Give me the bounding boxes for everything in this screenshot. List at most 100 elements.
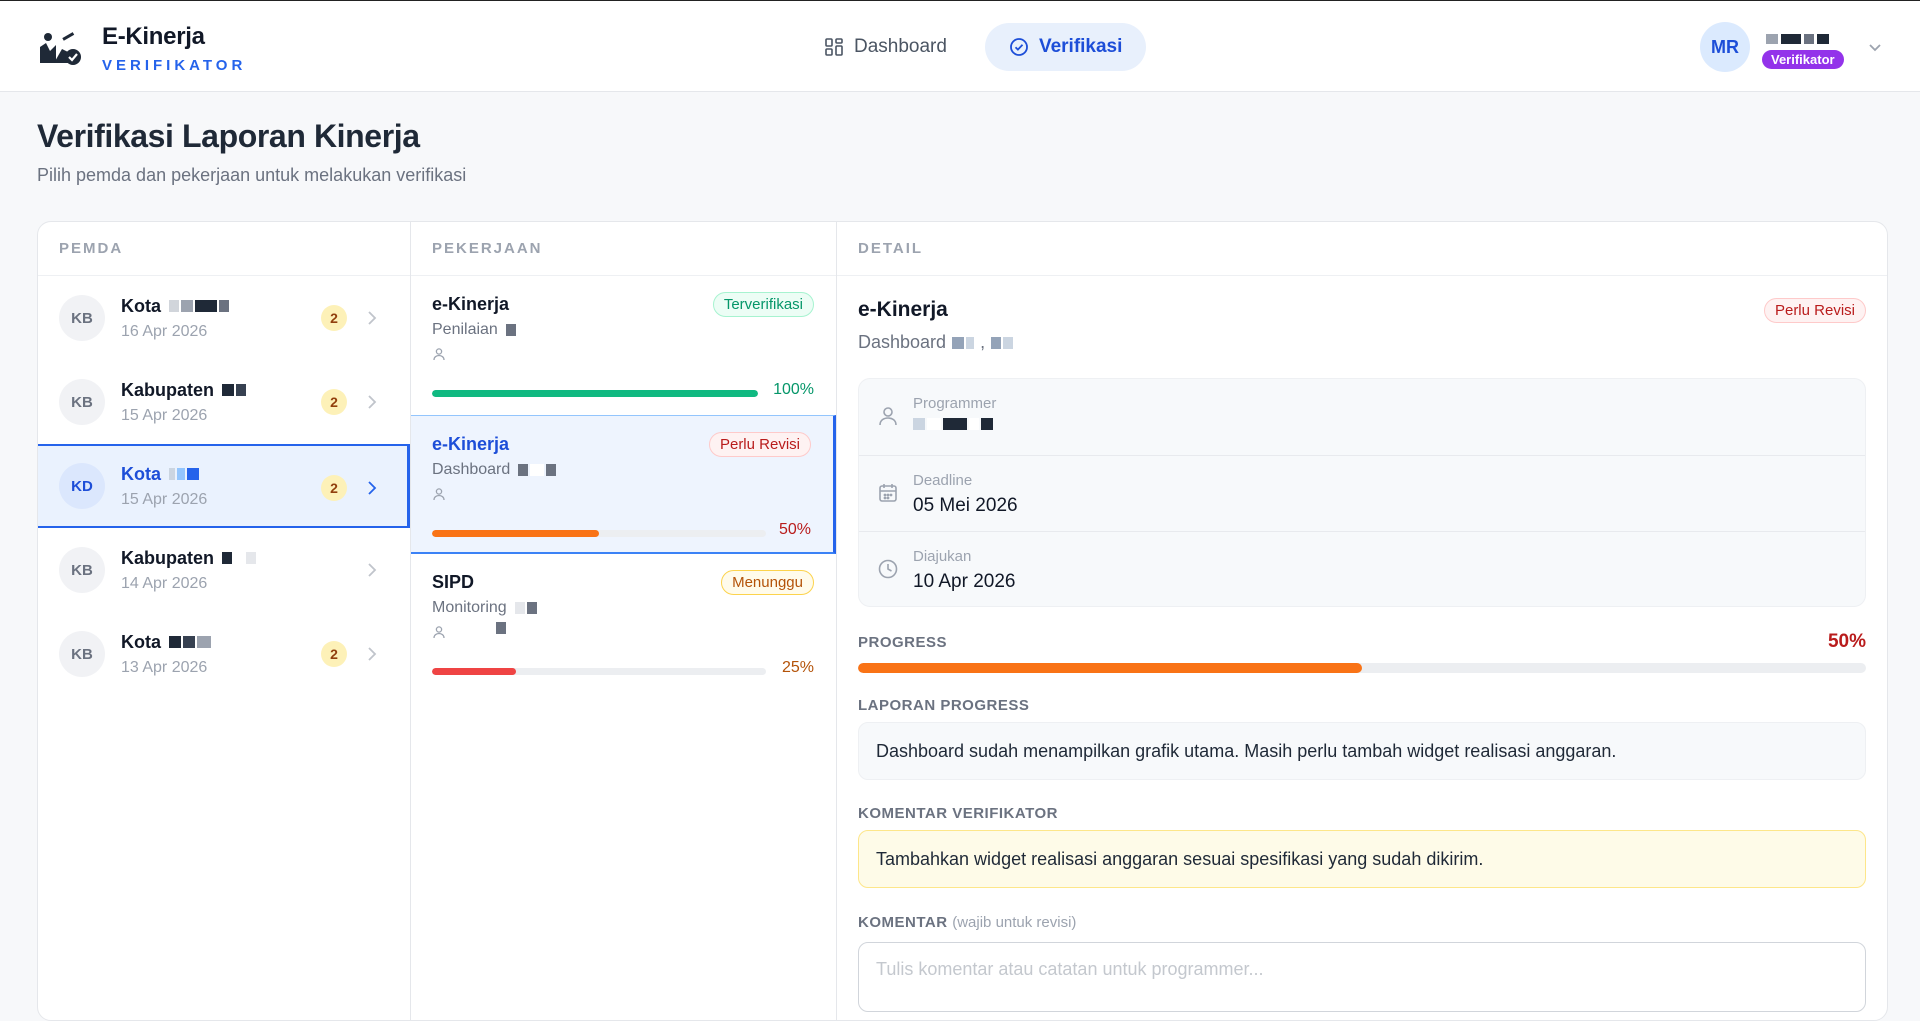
progress-percent: 50% [778,521,811,538]
progress-bar-fill [858,663,1362,673]
clock-icon [878,559,898,579]
progress-bar [432,390,758,397]
brand-title: E-Kinerja [102,23,205,50]
pekerjaan-item[interactable]: e-Kinerja Perlu Revisi Dashboard 50% [411,415,836,554]
avatar: MR [1700,22,1750,72]
detail-column: DETAIL e-Kinerja Perlu Revisi Dashboard … [837,222,1887,1020]
pemda-text: Kota 13 Apr 2026 [121,632,211,677]
pemda-item[interactable]: KD Kota 15 Apr 2026 2 [38,444,410,528]
calendar-icon [879,484,897,502]
pekerjaan-item[interactable]: e-Kinerja Terverifikasi Penilaian 100% [411,276,836,415]
pekerjaan-heading: PEKERJAAN [411,222,836,276]
detail-module: Dashboard , [858,332,1014,353]
status-badge: Perlu Revisi [708,432,811,457]
user-menu[interactable]: MR Verifikator [1700,22,1884,72]
role-badge: Verifikator [1762,50,1844,69]
pemda-date: 14 Apr 2026 [121,574,208,592]
submitted-value: 10 Apr 2026 [913,571,1016,592]
pemda-name-label: Kabupaten [121,379,215,400]
progress-bar-fill [432,530,599,537]
pekerjaan-module-label: Penilaian [432,321,498,338]
pekerjaan-column: PEKERJAAN e-Kinerja Terverifikasi Penila… [411,222,837,1020]
progress-value: 50% [1827,631,1866,652]
comment-label-text: KOMENTAR [858,914,948,931]
pemda-item[interactable]: KB Kabupaten 15 Apr 2026 2 [38,360,410,444]
chevron-right-icon [368,647,377,661]
pemda-heading: PEMDA [38,222,410,276]
pemda-date: 13 Apr 2026 [121,658,208,676]
chevron-right-icon [368,395,377,409]
pending-count-badge: 2 [321,305,347,331]
pemda-name: Kota [121,632,211,653]
page-title: Verifikasi Laporan Kinerja [37,118,420,154]
pemda-name: Kota [121,296,229,317]
pemda-date: 16 Apr 2026 [121,322,208,340]
page-subtitle: Pilih pemda dan pekerjaan untuk melakuka… [37,165,467,185]
progress-bar [858,663,1866,673]
pekerjaan-item[interactable]: SIPD Menunggu Monitoring 25% [411,554,836,693]
report-label: LAPORAN PROGRESS [858,697,1030,714]
user-icon [433,626,445,639]
pemda-name-label: Kabupaten [121,547,215,568]
pekerjaan-list: e-Kinerja Terverifikasi Penilaian 100% e… [411,276,836,693]
redacted-text [169,468,199,480]
brand-subtitle: VERIFIKATOR [102,57,247,74]
status-badge: Terverifikasi [712,292,814,317]
verifier-comment-text: Tambahkan widget realisasi anggaran sesu… [858,830,1866,888]
deadline-value: 05 Mei 2026 [913,495,1018,516]
redacted-user-name [1766,34,1829,44]
redacted-text [169,300,229,312]
chevron-down-icon [1869,44,1881,52]
pemda-avatar: KB [59,631,105,677]
nav-dashboard[interactable]: Dashboard [800,23,971,71]
progress-bar [432,530,766,537]
pemda-date: 15 Apr 2026 [121,490,208,508]
pemda-item[interactable]: KB Kota 16 Apr 2026 2 [38,276,410,360]
pemda-name: Kabupaten [121,547,257,569]
chevron-right-icon [368,481,377,495]
redacted-text [518,464,557,476]
detail-info-box: Programmer Deadline 05 Mei 2026 Diajukan… [858,378,1866,607]
pemda-name-label: Kota [121,295,161,316]
redacted-text [991,336,1014,349]
pemda-item[interactable]: KB Kota 13 Apr 2026 2 [38,612,410,696]
nav-verifikasi-label: Verifikasi [1038,36,1123,57]
redacted-text [514,602,537,614]
submitted-label: Diajukan [913,548,972,565]
pekerjaan-module: Penilaian [432,321,814,339]
pekerjaan-module: Monitoring [432,599,814,617]
chevron-right-icon [368,563,377,577]
submitted-row: Diajukan 10 Apr 2026 [859,531,1865,607]
progress-percent: 100% [773,381,814,398]
user-icon [433,348,445,361]
chevron-right-icon [368,311,377,325]
grid-icon [825,38,843,56]
verifier-comment-label: KOMENTAR VERIFIKATOR [858,805,1058,822]
app-logo-icon [40,31,81,65]
verification-panel: PEMDA KB Kota 16 Apr 2026 2 KB Kabupaten… [37,221,1888,1021]
progress-label: PROGRESS [858,634,948,651]
pemda-list: KB Kota 16 Apr 2026 2 KB Kabupaten 15 Ap… [38,276,410,696]
pekerjaan-module-label: Dashboard [432,461,511,478]
redacted-text [222,384,247,396]
pending-count-badge: 2 [321,475,347,501]
redacted-text [169,636,211,648]
programmer-value [913,418,1865,430]
programmer-row: Programmer [859,379,1865,455]
pemda-name-label: Kota [121,631,161,652]
nav-verifikasi[interactable]: Verifikasi [984,23,1147,71]
comment-input[interactable] [858,942,1866,1012]
pemda-item[interactable]: KB Kabupaten 14 Apr 2026 [38,528,410,612]
pemda-avatar: KB [59,295,105,341]
pemda-avatar: KD [59,463,105,509]
pemda-text: Kota 16 Apr 2026 [121,296,229,341]
programmer-label: Programmer [913,395,997,412]
detail-title: e-Kinerja [858,298,948,321]
pending-count-badge: 2 [321,389,347,415]
top-bar: E-Kinerja VERIFIKATOR Dashboard Verifika… [0,0,1920,92]
detail-module-label: Dashboard [858,332,947,352]
detail-heading: DETAIL [837,222,1887,276]
detail-status-badge: Perlu Revisi [1763,298,1866,323]
brand[interactable]: E-Kinerja VERIFIKATOR [36,23,246,74]
pekerjaan-module: Dashboard [432,461,811,479]
